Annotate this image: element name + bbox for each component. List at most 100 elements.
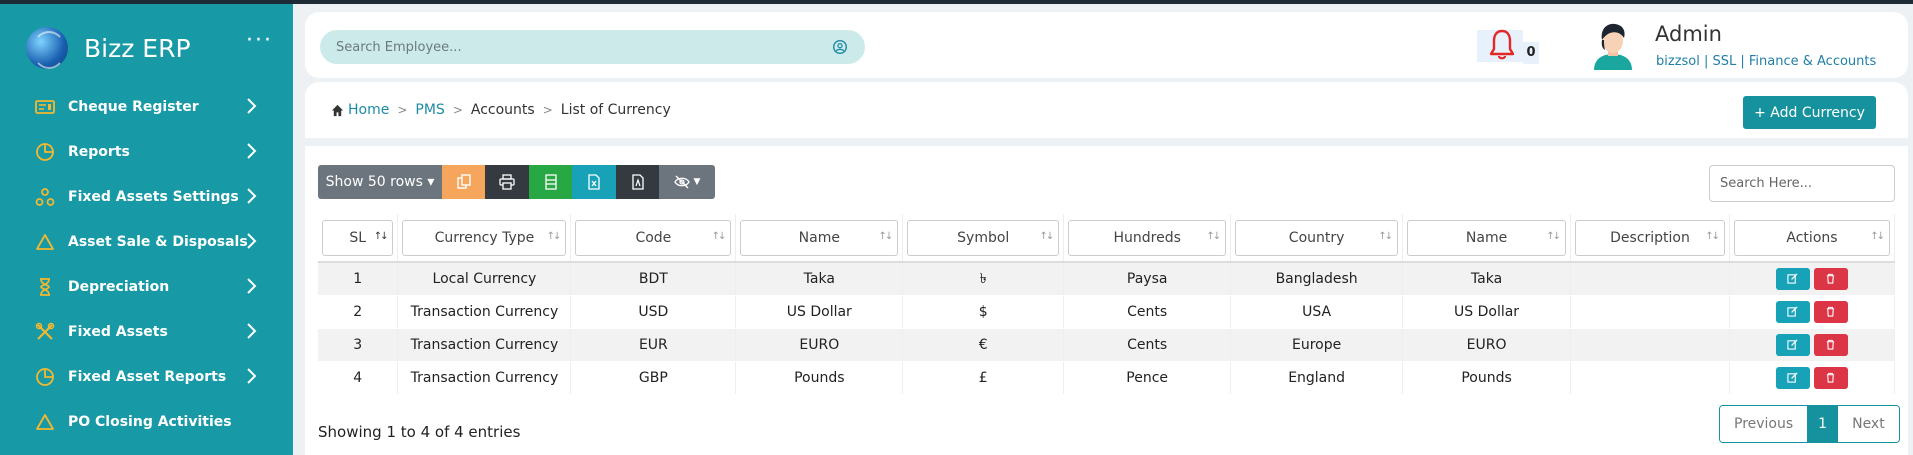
column-header[interactable]: Actions ↑↓ (1729, 214, 1896, 263)
cell-currency-type: Transaction Currency (397, 361, 572, 395)
cell-actions (1729, 262, 1896, 296)
cell-description (1570, 328, 1730, 362)
cell-country: England (1230, 361, 1404, 395)
chevron-right-icon (247, 368, 257, 384)
edit-button[interactable] (1775, 333, 1810, 356)
cell-country-name: US Dollar (1402, 295, 1572, 329)
sidebar-item-asset-sale-disposals[interactable]: Asset Sale & Disposals (0, 219, 293, 264)
show-rows-dropdown[interactable]: Show 50 rows ▾ (318, 165, 442, 199)
column-header[interactable]: Description ↑↓ (1570, 214, 1730, 263)
pdf-button[interactable] (616, 165, 659, 199)
cell-country: USA (1230, 295, 1404, 329)
nodes-icon (34, 186, 56, 208)
sort-icon: ↑↓ (1206, 230, 1221, 242)
user-avatar[interactable] (1590, 20, 1636, 70)
sidebar-item-depreciation[interactable]: Depreciation (0, 264, 293, 309)
pagination-page[interactable]: 1 (1807, 406, 1839, 442)
column-header-label: Actions (1786, 229, 1838, 246)
excel-file-icon (588, 174, 600, 190)
user-search-icon[interactable] (831, 38, 849, 56)
column-header-label: Country (1288, 229, 1345, 246)
sidebar-item-po-closing-activities[interactable]: PO Closing Activities (0, 399, 293, 444)
eye-slash-icon (673, 175, 690, 189)
notification-count: 0 (1523, 42, 1539, 64)
column-header[interactable]: Currency Type ↑↓ (397, 214, 572, 263)
sidebar-menu: Cheque Register Reports Fixed Assets Set… (0, 84, 293, 444)
sidebar-item-fixed-assets-settings[interactable]: Fixed Assets Settings (0, 174, 293, 219)
top-header: 0 Admin bizzsol | SSL | Finance & Accoun… (305, 12, 1908, 78)
breadcrumb-pms[interactable]: PMS (415, 102, 444, 118)
breadcrumb-separator: > (452, 103, 463, 117)
brand[interactable]: Bizz ERP (26, 26, 191, 70)
column-header-label: Name (1465, 229, 1508, 246)
chevron-right-icon (247, 233, 257, 249)
edit-button[interactable] (1775, 267, 1810, 290)
pdf-file-icon (631, 174, 644, 190)
cell-actions (1729, 361, 1896, 395)
breadcrumb: Home > PMS > Accounts > List of Currency (305, 82, 1908, 138)
sidebar-item-label: Asset Sale & Disposals (68, 233, 248, 250)
copy-button[interactable] (442, 165, 485, 199)
cell-currency-type: Transaction Currency (397, 295, 572, 329)
column-header[interactable]: Name ↑↓ (735, 214, 904, 263)
trash-icon (1827, 274, 1835, 284)
sidebar-item-fixed-asset-reports[interactable]: Fixed Asset Reports (0, 354, 293, 399)
employee-search-input[interactable] (336, 39, 831, 55)
csv-file-icon (544, 174, 557, 190)
column-visibility-button[interactable]: ▼ (659, 165, 715, 199)
pie-chart-icon (34, 141, 56, 163)
cell-description (1570, 295, 1730, 329)
delete-button[interactable] (1813, 333, 1848, 356)
pagination-next[interactable]: Next (1838, 406, 1899, 442)
bell-icon[interactable] (1489, 28, 1515, 62)
breadcrumb-separator: > (542, 103, 553, 117)
triangle-icon (34, 231, 56, 253)
add-currency-button[interactable]: + Add Currency (1743, 96, 1876, 129)
edit-icon (1787, 372, 1799, 383)
trash-icon (1827, 306, 1835, 317)
edit-button[interactable] (1775, 366, 1810, 389)
pagination-previous[interactable]: Previous (1720, 406, 1808, 442)
excel-button[interactable] (572, 165, 616, 199)
cell-code: BDT (570, 262, 737, 296)
column-header-label: SL (349, 229, 367, 246)
cell-sl: 2 (318, 295, 399, 329)
cell-sl: 1 (318, 262, 399, 296)
column-header[interactable]: Name ↑↓ (1402, 214, 1572, 263)
sort-icon: ↑↓ (1546, 230, 1561, 242)
column-header[interactable]: Hundreds ↑↓ (1063, 214, 1232, 263)
sidebar-item-fixed-assets[interactable]: Fixed Assets (0, 309, 293, 354)
sidebar: Bizz ERP ··· Cheque Register Reports Fix… (0, 4, 293, 455)
sidebar-item-cheque-register[interactable]: Cheque Register (0, 84, 293, 129)
user-organization: bizzsol | SSL | Finance & Accounts (1656, 54, 1877, 69)
delete-button[interactable] (1813, 267, 1848, 290)
cell-actions (1729, 328, 1896, 362)
cell-country: Europe (1230, 328, 1404, 362)
chevron-right-icon (247, 323, 257, 339)
breadcrumb-home[interactable]: Home (348, 102, 389, 118)
tools-icon (34, 321, 56, 343)
column-header-label: Description (1610, 229, 1690, 246)
edit-icon (1787, 273, 1799, 284)
column-header[interactable]: Country ↑↓ (1230, 214, 1404, 263)
notifications[interactable]: 0 (1477, 26, 1539, 66)
delete-button[interactable] (1813, 366, 1848, 389)
cell-name: Taka (735, 262, 904, 296)
column-header[interactable]: Symbol ↑↓ (902, 214, 1065, 263)
sidebar-item-label: Depreciation (68, 278, 170, 295)
sidebar-item-reports[interactable]: Reports (0, 129, 293, 174)
column-header[interactable]: Code ↑↓ (570, 214, 737, 263)
delete-button[interactable] (1813, 300, 1848, 323)
table-search-input[interactable] (1709, 165, 1895, 202)
breadcrumb-accounts: Accounts (470, 102, 535, 118)
more-options-icon[interactable]: ··· (246, 30, 273, 52)
sort-icon: ↑↓ (1870, 230, 1885, 242)
edit-button[interactable] (1775, 300, 1810, 323)
print-button[interactable] (485, 165, 529, 199)
csv-button[interactable] (529, 165, 572, 199)
table-row: 4 Transaction Currency GBP Pounds £ Penc… (318, 361, 1896, 395)
sidebar-item-label: Cheque Register (68, 98, 199, 115)
column-header[interactable]: SL ↑↓ (318, 214, 399, 263)
sort-icon: ↑↓ (546, 230, 562, 242)
triangle-icon (34, 411, 56, 433)
